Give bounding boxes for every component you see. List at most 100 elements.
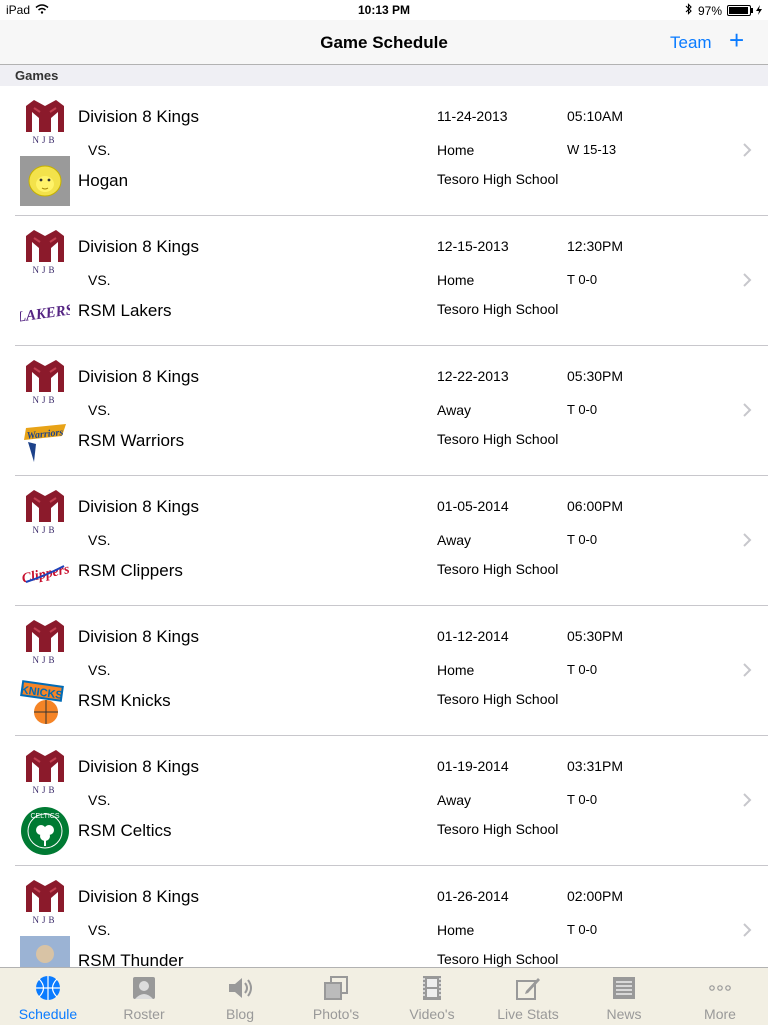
game-score: T 0-0 bbox=[567, 792, 598, 807]
game-score: T 0-0 bbox=[567, 532, 598, 547]
venue-name: Tesoro High School bbox=[437, 171, 559, 187]
versus-label: VS. bbox=[88, 922, 111, 938]
tab-schedule[interactable]: Schedule bbox=[0, 968, 96, 1025]
tab-news[interactable]: News bbox=[576, 968, 672, 1025]
venue-name: Tesoro High School bbox=[437, 951, 559, 967]
venue-name: Tesoro High School bbox=[437, 691, 559, 707]
add-button[interactable]: + bbox=[729, 26, 744, 54]
versus-label: VS. bbox=[88, 792, 111, 808]
home-away-label: Away bbox=[437, 792, 471, 808]
home-team-name: Division 8 Kings bbox=[78, 237, 199, 256]
game-time: 05:10AM bbox=[567, 108, 624, 124]
rsm-logo-icon: NJB bbox=[20, 356, 70, 406]
chevron-right-icon bbox=[742, 142, 752, 163]
tab-more[interactable]: More bbox=[672, 968, 768, 1025]
game-time: 05:30PM bbox=[567, 368, 624, 384]
home-away-label: Home bbox=[437, 142, 475, 158]
svg-text:NJB: NJB bbox=[32, 135, 57, 145]
home-team-name: Division 8 Kings bbox=[78, 107, 199, 126]
game-score: T 0-0 bbox=[567, 402, 598, 417]
home-team-name: Division 8 Kings bbox=[78, 887, 199, 906]
svg-text:NJB: NJB bbox=[32, 395, 57, 405]
navigation-bar: Game Schedule Team + bbox=[0, 20, 768, 65]
rsm-logo-icon: NJB bbox=[20, 486, 70, 536]
game-row[interactable]: NJB CELTICS Division 8 Kings VS. RSM Celtics… bbox=[0, 736, 768, 866]
chevron-right-icon bbox=[742, 922, 752, 943]
game-row[interactable]: NJB LAKERS Division 8 Kings VS. RSM Lakers 12… bbox=[0, 216, 768, 346]
team-button[interactable]: Team bbox=[670, 33, 712, 53]
svg-text:NJB: NJB bbox=[32, 525, 57, 535]
rsm-logo-icon: NJB bbox=[20, 226, 70, 276]
celtics-logo-icon: CELTICS bbox=[20, 806, 70, 856]
game-date: 01-26-2014 bbox=[437, 888, 509, 904]
clock: 10:13 PM bbox=[357, 3, 411, 17]
game-time: 12:30PM bbox=[567, 238, 624, 254]
versus-label: VS. bbox=[88, 272, 111, 288]
tab-photo-s[interactable]: Photo's bbox=[288, 968, 384, 1025]
tab-label: Schedule bbox=[18, 1006, 78, 1022]
rsm-logo-icon: NJB bbox=[20, 616, 70, 666]
section-title: Games bbox=[15, 68, 59, 83]
game-date: 11-24-2013 bbox=[437, 108, 508, 124]
svg-text:CELTICS: CELTICS bbox=[30, 813, 59, 820]
svg-text:LAKERS: LAKERS bbox=[20, 302, 70, 326]
chevron-right-icon bbox=[742, 662, 752, 683]
game-date: 12-22-2013 bbox=[437, 368, 509, 384]
tab-blog[interactable]: Blog bbox=[192, 968, 288, 1025]
home-away-label: Away bbox=[437, 532, 471, 548]
game-date: 01-12-2014 bbox=[437, 628, 509, 644]
game-row[interactable]: NJB Division 8 Kings VS. Hogan 11-24-2013 05:… bbox=[0, 86, 768, 216]
opponent-name: RSM Lakers bbox=[78, 301, 172, 320]
svg-text:NJB: NJB bbox=[32, 265, 57, 275]
tab-roster[interactable]: Roster bbox=[96, 968, 192, 1025]
game-time: 06:00PM bbox=[567, 498, 624, 514]
opponent-name: RSM Celtics bbox=[78, 821, 172, 840]
knicks-logo-icon: KNICKS bbox=[20, 676, 70, 726]
game-date: 01-19-2014 bbox=[437, 758, 509, 774]
home-team-name: Division 8 Kings bbox=[78, 627, 199, 646]
rsm-logo-icon: NJB bbox=[20, 876, 70, 926]
tab-label: Video's bbox=[409, 1006, 455, 1022]
tab-bar: Schedule Roster Blog Photo's Video's Live Sta… bbox=[0, 967, 768, 1025]
chevron-right-icon bbox=[742, 792, 752, 813]
versus-label: VS. bbox=[88, 662, 111, 678]
warriors-logo-icon: Warriors bbox=[20, 416, 70, 466]
lion-logo-icon bbox=[20, 156, 70, 206]
game-time: 03:31PM bbox=[567, 758, 624, 774]
venue-name: Tesoro High School bbox=[437, 821, 559, 837]
more-icon bbox=[706, 974, 734, 1002]
game-row[interactable]: NJB Warriors Division 8 Kings VS. RSM Warrio… bbox=[0, 346, 768, 476]
opponent-name: RSM Thunder bbox=[78, 951, 184, 967]
tab-live-stats[interactable]: Live Stats bbox=[480, 968, 576, 1025]
venue-name: Tesoro High School bbox=[437, 431, 559, 447]
rsm-logo-icon: NJB bbox=[20, 96, 70, 146]
home-away-label: Home bbox=[437, 272, 475, 288]
home-team-name: Division 8 Kings bbox=[78, 497, 199, 516]
chevron-right-icon bbox=[742, 532, 752, 553]
battery-icon bbox=[727, 5, 753, 16]
chevron-right-icon bbox=[742, 272, 752, 293]
tab-label: More bbox=[704, 1006, 736, 1022]
home-away-label: Home bbox=[437, 922, 475, 938]
edit-icon bbox=[514, 974, 542, 1002]
tab-label: Blog bbox=[225, 1006, 255, 1022]
game-row[interactable]: NJB PHOTO Division 8 Kings VS. RSM Thunder 01… bbox=[0, 866, 768, 967]
rsm-logo-icon: NJB bbox=[20, 746, 70, 796]
opponent-name: RSM Clippers bbox=[78, 561, 183, 580]
game-row[interactable]: NJB Clippers Division 8 Kings VS. RSM Clippe… bbox=[0, 476, 768, 606]
game-row[interactable]: NJB KNICKS Division 8 Kings VS. RSM Knicks 01… bbox=[0, 606, 768, 736]
page-title: Game Schedule bbox=[320, 33, 448, 52]
bluetooth-icon bbox=[685, 3, 693, 18]
tab-label: Roster bbox=[123, 1006, 165, 1022]
games-list[interactable]: NJB Division 8 Kings VS. Hogan 11-24-2013 05:… bbox=[0, 86, 768, 967]
svg-text:NJB: NJB bbox=[32, 655, 57, 665]
game-score: T 0-0 bbox=[567, 662, 598, 677]
tab-label: News bbox=[606, 1006, 642, 1022]
tab-video-s[interactable]: Video's bbox=[384, 968, 480, 1025]
clippers-logo-icon: Clippers bbox=[20, 546, 72, 596]
opponent-name: RSM Knicks bbox=[78, 691, 171, 710]
game-score: W 15-13 bbox=[567, 142, 617, 157]
venue-name: Tesoro High School bbox=[437, 301, 559, 317]
opponent-name: RSM Warriors bbox=[78, 431, 185, 450]
lakers-logo-icon: LAKERS bbox=[15, 286, 75, 336]
